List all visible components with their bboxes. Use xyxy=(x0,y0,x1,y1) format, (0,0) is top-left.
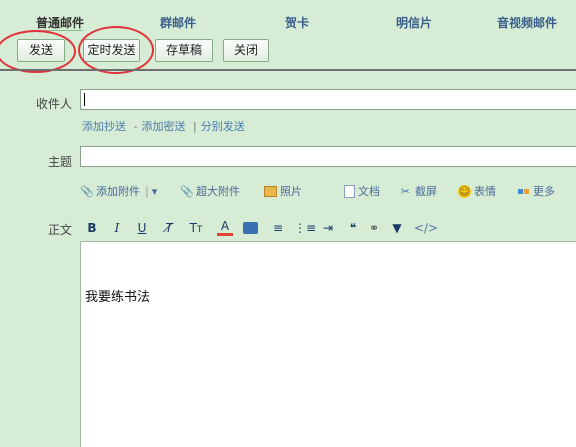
paperclip-large-icon: 📎 xyxy=(180,184,194,198)
emoji-button[interactable]: ☺ 表情 xyxy=(458,183,496,199)
super-attachment-button[interactable]: 📎 超大附件 xyxy=(180,183,240,199)
quote-icon[interactable]: ❝ xyxy=(346,220,360,236)
document-icon xyxy=(344,184,355,198)
tab-greeting-card[interactable]: 贺卡 xyxy=(285,14,309,31)
underline-button[interactable]: U xyxy=(136,220,148,236)
emoji-label: 表情 xyxy=(474,185,496,198)
highlight-color-icon[interactable] xyxy=(243,222,258,234)
photo-label: 照片 xyxy=(280,185,302,198)
chevron-down-icon[interactable]: ▾ xyxy=(152,185,158,198)
super-attachment-label: 超大附件 xyxy=(196,185,240,198)
recipient-input[interactable] xyxy=(80,89,576,110)
body-label: 正文 xyxy=(47,223,72,237)
scheduled-highlight-circle xyxy=(78,26,154,74)
align-icon[interactable]: ≡ xyxy=(270,220,286,236)
screenshot-label: 截屏 xyxy=(415,185,437,198)
link-dash: - xyxy=(133,120,138,133)
screenshot-button[interactable]: ✂ 截屏 xyxy=(399,183,437,199)
paperclip-icon: 📎 xyxy=(80,184,94,198)
italic-button[interactable]: I xyxy=(111,220,123,236)
add-cc-link[interactable]: 添加抄送 xyxy=(82,120,126,133)
link-icon[interactable]: ⚭ xyxy=(366,220,382,236)
toolbar-divider xyxy=(0,69,576,71)
separator-icon: | xyxy=(145,184,149,198)
font-size-icon[interactable]: TT xyxy=(188,220,204,236)
separate-send-link[interactable]: 分别发送 xyxy=(201,120,245,133)
photo-button[interactable]: 照片 xyxy=(264,183,302,199)
bold-button[interactable]: B xyxy=(86,220,98,236)
close-button[interactable]: 关闭 xyxy=(223,39,269,62)
subject-input[interactable] xyxy=(80,146,576,167)
bullet-list-icon[interactable]: ⋮≡ xyxy=(294,220,316,236)
send-highlight-circle xyxy=(0,30,76,73)
editor-toolbar: B I U T̸ TT A ≡ ⋮≡ ⇥ ❝ ⚭ ▼ </> xyxy=(80,214,576,242)
message-body-text: 我要练书法 xyxy=(85,290,151,305)
add-bcc-link[interactable]: 添加密送 xyxy=(141,120,185,133)
document-label: 文档 xyxy=(358,185,380,198)
add-attachment-button[interactable]: 📎 添加附件 | ▾ xyxy=(80,183,157,199)
subject-label: 主题 xyxy=(47,155,72,169)
code-view-button[interactable]: </> xyxy=(411,220,441,236)
indent-icon[interactable]: ⇥ xyxy=(320,220,336,236)
tab-postcard[interactable]: 明信片 xyxy=(396,14,432,31)
tab-av-mail[interactable]: 音视频邮件 xyxy=(497,14,557,31)
scissors-icon: ✂ xyxy=(400,184,411,198)
tab-normal-mail[interactable]: 普通邮件 xyxy=(36,14,84,31)
more-grid-icon xyxy=(517,185,530,198)
tab-group-mail[interactable]: 群邮件 xyxy=(160,14,196,31)
message-body-editor[interactable]: 我要练书法 xyxy=(80,241,576,447)
link-separator: | xyxy=(192,120,197,133)
mail-type-tabs: 普通邮件 群邮件 贺卡 明信片 音视频邮件 xyxy=(0,0,576,34)
insert-icon[interactable]: ▼ xyxy=(390,220,404,236)
save-draft-button[interactable]: 存草稿 xyxy=(155,39,213,62)
font-color-icon[interactable]: A xyxy=(217,220,233,236)
text-cursor xyxy=(84,93,85,106)
more-label: 更多 xyxy=(533,185,555,198)
clear-format-icon[interactable]: T̸ xyxy=(161,220,177,236)
add-attachment-label: 添加附件 xyxy=(96,185,140,198)
smiley-icon: ☺ xyxy=(458,184,471,198)
recipient-links: 添加抄送 - 添加密送 | 分别发送 xyxy=(82,118,245,134)
more-button[interactable]: 更多 xyxy=(517,183,555,199)
photo-icon xyxy=(264,185,277,197)
recipient-label: 收件人 xyxy=(35,97,72,111)
document-button[interactable]: 文档 xyxy=(344,183,380,199)
